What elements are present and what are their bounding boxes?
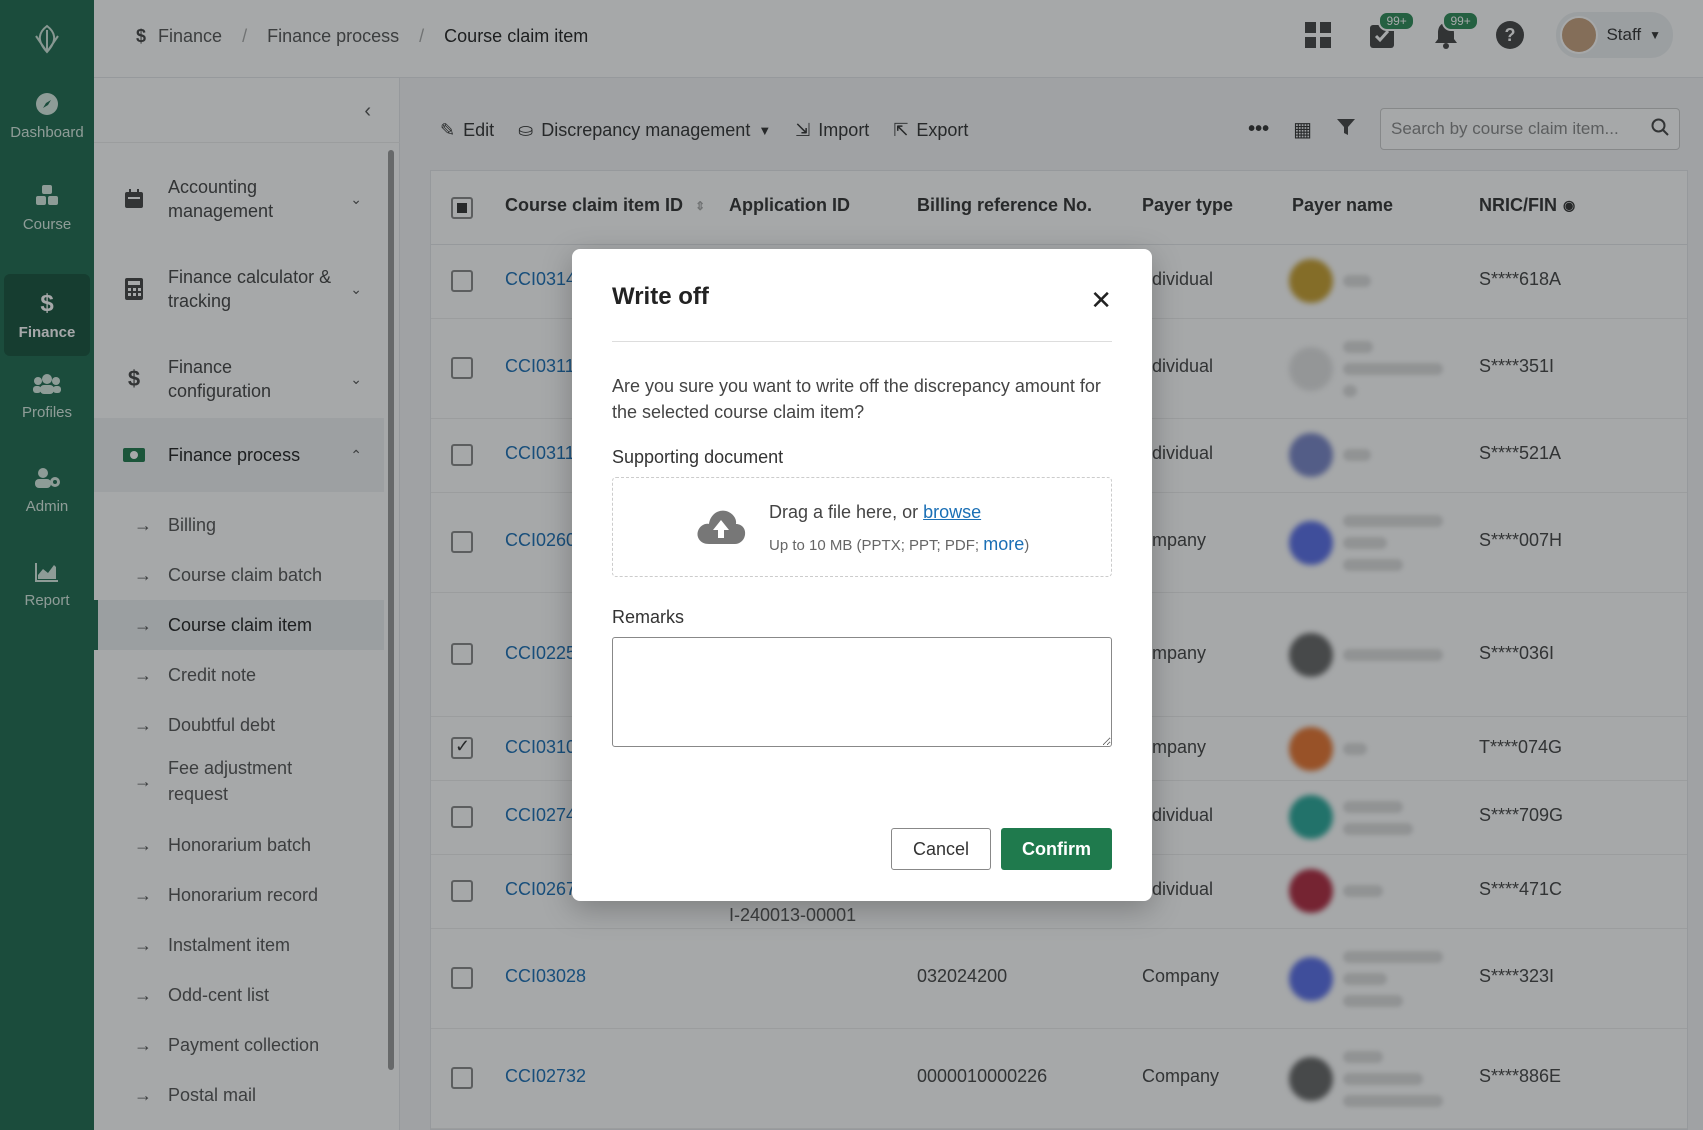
- write-off-dialog: Write off ✕ Are you sure you want to wri…: [572, 249, 1152, 901]
- browse-link[interactable]: browse: [923, 502, 981, 522]
- more-link[interactable]: more: [983, 534, 1024, 554]
- file-dropzone[interactable]: Drag a file here, or browse Up to 10 MB …: [612, 477, 1112, 577]
- drop-instruction: Drag a file here, or: [769, 502, 924, 522]
- dialog-title: Write off: [612, 283, 709, 310]
- supporting-document-label: Supporting document: [612, 447, 784, 467]
- file-limits-text: Up to 10 MB (PPTX; PPT; PDF;: [769, 537, 984, 554]
- cancel-button[interactable]: Cancel: [891, 828, 991, 870]
- remarks-label: Remarks: [612, 607, 685, 627]
- divider: [612, 341, 1112, 342]
- cloud-upload-icon: [695, 506, 747, 551]
- drop-text: Drag a file here, or browse: [769, 502, 981, 523]
- remarks-field[interactable]: [612, 637, 1112, 747]
- close-icon[interactable]: ✕: [1090, 285, 1112, 316]
- file-limits-close: ): [1024, 537, 1030, 554]
- file-limits: Up to 10 MB (PPTX; PPT; PDF; more): [769, 534, 1029, 555]
- confirm-button[interactable]: Confirm: [1001, 828, 1112, 870]
- dialog-message: Are you sure you want to write off the d…: [612, 376, 1101, 422]
